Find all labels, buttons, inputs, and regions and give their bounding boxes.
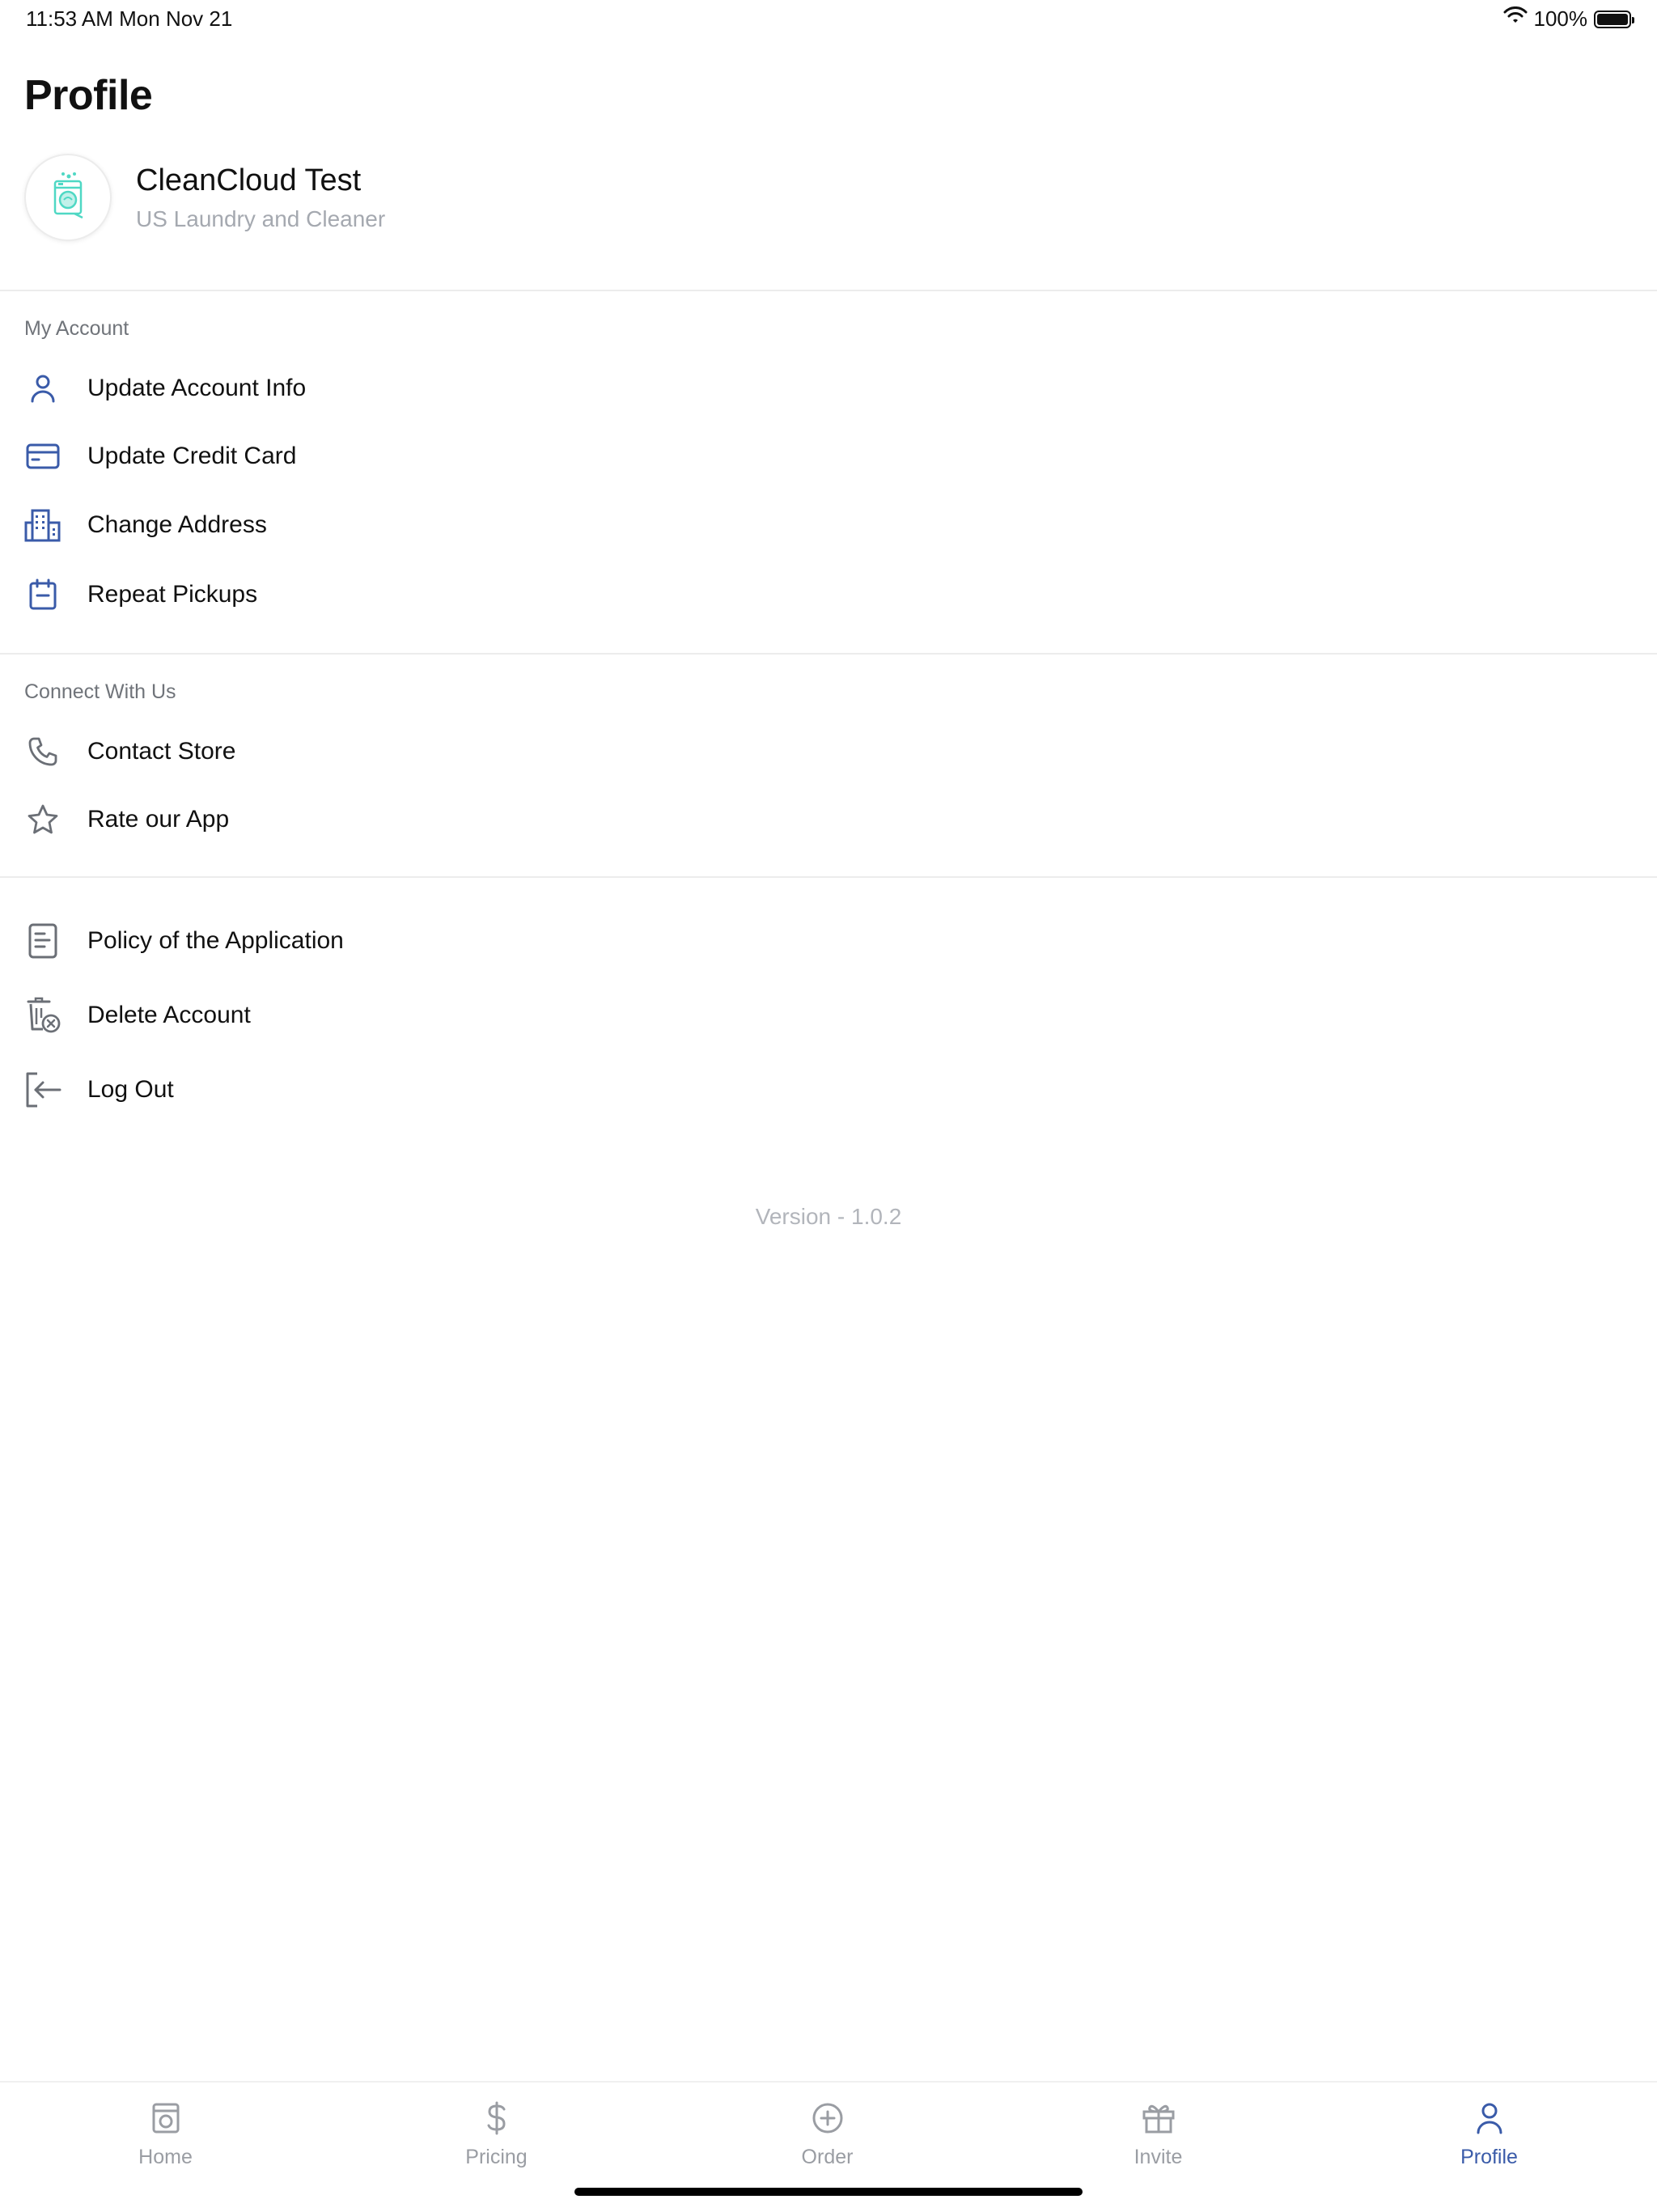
tab-label: Order	[801, 2146, 854, 2168]
status-time: 11:53 AM Mon Nov 21	[26, 6, 233, 31]
menu-label: Policy of the Application	[87, 927, 344, 954]
menu-label: Update Credit Card	[87, 443, 297, 469]
document-icon	[24, 922, 61, 960]
tab-label: Pricing	[465, 2146, 528, 2168]
delete-icon	[24, 997, 61, 1034]
tab-label: Profile	[1460, 2146, 1518, 2168]
section-label-my-account: My Account	[24, 317, 129, 340]
home-icon	[146, 2099, 185, 2138]
dollar-icon	[477, 2099, 516, 2138]
version-text: Version - 1.0.2	[755, 1204, 902, 1229]
menu-item-policy[interactable]: Policy of the Application	[0, 913, 728, 969]
battery-fill	[1597, 13, 1628, 25]
plus-circle-icon	[808, 2099, 847, 2138]
menu-item-update-credit-card[interactable]: Update Credit Card	[0, 428, 728, 485]
menu-item-repeat-pickups[interactable]: Repeat Pickups	[0, 566, 728, 623]
profile-text: CleanCloud Test US Laundry and Cleaner	[136, 163, 385, 232]
menu-label: Contact Store	[87, 738, 236, 765]
gift-icon	[1139, 2099, 1178, 2138]
calendar-icon	[24, 576, 61, 613]
profile-name: CleanCloud Test	[136, 163, 362, 197]
menu-item-log-out[interactable]: Log Out	[0, 1062, 728, 1118]
divider	[0, 876, 1657, 878]
profile-subtitle: US Laundry and Cleaner	[136, 206, 386, 231]
menu-label: Repeat Pickups	[87, 581, 258, 608]
home-indicator	[574, 2188, 1083, 2196]
menu-item-update-account-info[interactable]: Update Account Info	[0, 360, 728, 417]
status-right: 100%	[1503, 6, 1634, 32]
logout-icon	[24, 1071, 61, 1108]
tab-invite[interactable]: Invite	[993, 2083, 1324, 2188]
washing-machine-icon	[47, 172, 89, 224]
menu-label: Change Address	[87, 511, 267, 538]
tab-label: Home	[138, 2146, 193, 2168]
wifi-icon	[1503, 6, 1528, 32]
menu-label: Delete Account	[87, 1002, 251, 1028]
divider	[0, 653, 1657, 655]
profile-header: CleanCloud Test US Laundry and Cleaner	[24, 154, 385, 241]
menu-item-delete-account[interactable]: Delete Account	[0, 987, 728, 1044]
menu-item-contact-store[interactable]: Contact Store	[0, 723, 728, 780]
tab-pricing[interactable]: Pricing	[331, 2083, 662, 2188]
tab-home[interactable]: Home	[0, 2083, 331, 2188]
phone-icon	[24, 733, 61, 770]
battery-percent: 100%	[1533, 6, 1588, 31]
user-icon	[1470, 2099, 1509, 2138]
building-icon	[24, 506, 61, 544]
credit-card-icon	[24, 438, 61, 475]
menu-item-change-address[interactable]: Change Address	[0, 497, 728, 553]
divider	[0, 290, 1657, 291]
tab-profile[interactable]: Profile	[1324, 2083, 1655, 2188]
tab-label: Invite	[1134, 2146, 1183, 2168]
section-label-connect: Connect With Us	[24, 680, 176, 703]
page-title: Profile	[24, 72, 153, 119]
menu-label: Rate our App	[87, 806, 230, 833]
menu-label: Log Out	[87, 1076, 174, 1103]
tab-order[interactable]: Order	[662, 2083, 993, 2188]
star-icon	[24, 801, 61, 838]
avatar[interactable]	[24, 154, 112, 241]
menu-item-rate-our-app[interactable]: Rate our App	[0, 791, 728, 848]
user-icon	[24, 370, 61, 407]
status-bar: 11:53 AM Mon Nov 21 100%	[0, 0, 1657, 40]
battery-icon	[1594, 10, 1634, 28]
menu-label: Update Account Info	[87, 375, 307, 401]
